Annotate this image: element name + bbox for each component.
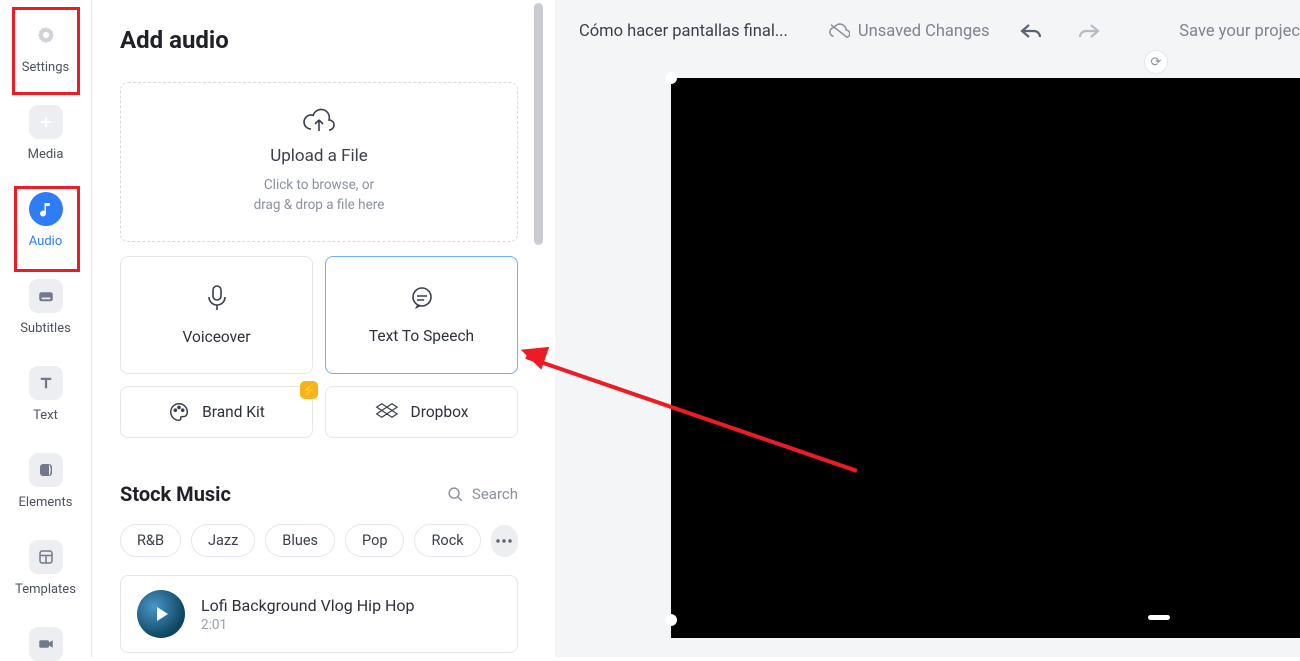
text-icon — [29, 366, 63, 400]
nav-settings[interactable]: Settings — [0, 18, 91, 75]
resize-handle-bl[interactable] — [665, 614, 677, 626]
canvas-area[interactable] — [671, 78, 1300, 657]
brand-kit-label: Brand Kit — [202, 403, 265, 421]
text-to-speech-card[interactable]: Text To Speech — [325, 256, 518, 374]
cloud-upload-icon — [302, 108, 336, 136]
genre-chips: R&B Jazz Blues Pop Rock — [120, 524, 518, 557]
cloud-off-icon — [828, 22, 850, 40]
sync-icon: ⟳ — [1151, 55, 1162, 70]
panel-heading: Add audio — [120, 26, 518, 54]
genre-chip[interactable]: R&B — [120, 524, 181, 557]
microphone-icon — [205, 284, 229, 312]
save-status: Unsaved Changes — [828, 22, 990, 41]
video-clip[interactable] — [671, 78, 1300, 638]
editor-topbar: Cómo hacer pantallas final... Unsaved Ch… — [555, 0, 1300, 62]
genre-chip[interactable]: Pop — [345, 524, 404, 557]
resize-handle-bottom[interactable] — [1148, 615, 1170, 620]
track-title: Lofi Background Vlog Hip Hop — [201, 596, 415, 615]
brand-kit-card[interactable]: Brand Kit ⚡ — [120, 386, 313, 438]
nav-templates[interactable]: Templates — [0, 540, 91, 597]
undo-button[interactable] — [1014, 17, 1048, 45]
more-genres-button[interactable] — [491, 525, 518, 557]
dropbox-label: Dropbox — [411, 403, 469, 421]
camera-icon — [29, 627, 63, 661]
nav-audio-label: Audio — [29, 234, 62, 249]
genre-chip[interactable]: Blues — [265, 524, 335, 557]
nav-record[interactable] — [0, 627, 91, 661]
genre-chip[interactable]: Rock — [414, 524, 480, 557]
voiceover-label: Voiceover — [182, 328, 250, 346]
tts-label: Text To Speech — [369, 327, 474, 345]
track-play-icon[interactable] — [137, 590, 185, 638]
palette-icon — [168, 401, 190, 423]
nav-elements[interactable]: Elements — [0, 453, 91, 510]
resize-handle-tl[interactable] — [665, 72, 677, 84]
genre-chip[interactable]: Jazz — [191, 524, 255, 557]
sync-indicator[interactable]: ⟳ — [1144, 50, 1168, 74]
audio-panel: Add audio Upload a File Click to browse,… — [92, 0, 546, 657]
music-note-icon — [29, 192, 63, 226]
stock-track[interactable]: Lofi Background Vlog Hip Hop 2:01 — [120, 575, 518, 653]
dropbox-card[interactable]: Dropbox — [325, 386, 518, 438]
plus-icon — [29, 105, 63, 139]
settings-icon — [29, 18, 63, 52]
undo-icon — [1018, 21, 1044, 41]
templates-icon — [29, 540, 63, 574]
panel-scrollbar[interactable] — [534, 3, 543, 245]
left-nav-rail: Settings Media Audio Subtitles Text Elem… — [0, 0, 92, 657]
subtitles-icon — [29, 279, 63, 313]
search-label: Search — [472, 485, 518, 503]
voiceover-card[interactable]: Voiceover — [120, 256, 313, 374]
nav-text[interactable]: Text — [0, 366, 91, 423]
project-title[interactable]: Cómo hacer pantallas final... — [579, 22, 788, 41]
nav-templates-label: Templates — [15, 582, 76, 597]
redo-icon — [1076, 21, 1102, 41]
nav-media-label: Media — [28, 147, 64, 162]
ellipsis-icon — [496, 539, 512, 543]
nav-subtitles[interactable]: Subtitles — [0, 279, 91, 336]
nav-subtitles-label: Subtitles — [20, 321, 71, 336]
redo-button[interactable] — [1072, 17, 1106, 45]
track-duration: 2:01 — [201, 617, 415, 633]
nav-elements-label: Elements — [19, 495, 73, 510]
elements-icon — [29, 453, 63, 487]
nav-settings-label: Settings — [22, 60, 69, 75]
save-project-prompt[interactable]: Save your projec — [1179, 22, 1300, 41]
premium-badge-icon: ⚡ — [300, 381, 318, 399]
editor-stage: Cómo hacer pantallas final... Unsaved Ch… — [555, 0, 1300, 657]
speech-bubble-icon — [409, 285, 435, 311]
nav-text-label: Text — [33, 408, 58, 423]
nav-media[interactable]: Media — [0, 105, 91, 162]
search-icon — [447, 486, 464, 503]
stock-search[interactable]: Search — [447, 485, 518, 503]
upload-title: Upload a File — [270, 146, 368, 166]
nav-audio[interactable]: Audio — [0, 192, 91, 249]
upload-hint: Click to browse, or drag & drop a file h… — [254, 176, 385, 215]
stock-music-heading: Stock Music — [120, 482, 231, 506]
dropbox-icon — [375, 402, 399, 422]
upload-dropzone[interactable]: Upload a File Click to browse, or drag &… — [120, 82, 518, 242]
